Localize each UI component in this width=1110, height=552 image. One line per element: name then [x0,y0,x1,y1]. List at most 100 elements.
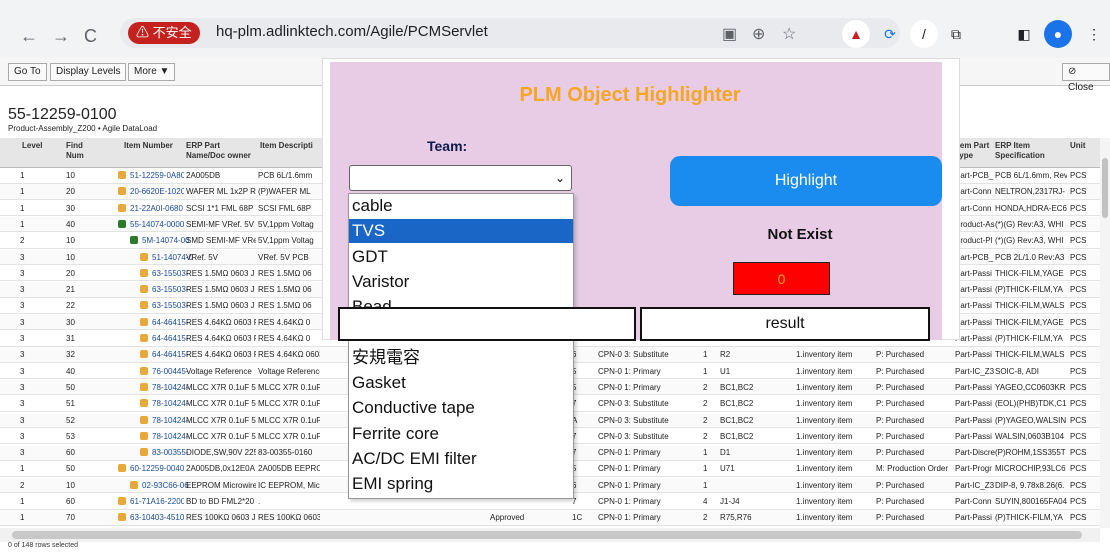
cell-c7: A [572,415,578,425]
cell-find: 10 [66,252,75,262]
cell-find: 20 [66,268,75,278]
cell-erp: RES 100KΩ 0603 J [186,513,256,523]
cell-item[interactable]: 20-6620E-1020 [118,187,184,196]
item-type-icon [140,415,148,424]
col-item-number[interactable]: Item Number [124,141,173,151]
cell-unit: PCS [1070,513,1087,523]
side-panel-icon[interactable]: ◧ [1010,20,1038,48]
cell-type: Part-Passi [955,399,992,409]
cell-desc: RES 1.5MΩ 06 [258,285,312,295]
team-option[interactable]: Conductive tape [349,396,573,420]
cell-desc: RES 4.64KΩ 0603 F 1/ [258,350,320,360]
cell-type: Part-Progr [955,464,992,474]
cell-item[interactable]: 21-22A0I-0680 [118,204,184,213]
url-text[interactable]: hq-plm.adlinktech.com/Agile/PCMServlet [216,23,488,40]
col-erp-part[interactable]: ERP Part Name/Doc owner [186,141,256,161]
cell-find: 50 [66,382,75,392]
cell-item[interactable]: 63-10403-4510 [118,513,184,522]
cell-level: 1 [20,187,25,197]
team-option[interactable]: GDT [349,245,573,269]
cell-c7: 1C [572,513,583,523]
cell-level: 1 [20,219,25,229]
more-button[interactable]: More ▼ [128,63,176,81]
cell-item[interactable]: 61-71A16-2200 [118,497,184,506]
vertical-scroll-thumb[interactable] [1102,158,1108,218]
adobe-extension-icon[interactable]: ▲ [842,20,870,48]
cell-spec: (P)THICK-FILM,YA [995,513,1063,523]
vertical-scrollbar[interactable] [1100,138,1110,528]
cell-desc: RES 100KΩ 0603 J 1/10W 100ppm [258,513,320,523]
pen-extension-icon[interactable]: / [910,20,938,48]
team-dropdown-list[interactable]: cableTVSGDTVaristorBeadCommon mode choke… [348,193,574,499]
insecure-badge[interactable]: ⚠ 不安全 [128,22,200,44]
cell-find: 10 [66,171,75,180]
team-option[interactable]: 安規電容 [349,346,573,370]
cell-spec: YAGEO,CC0603KR [995,382,1066,392]
display-levels-button[interactable]: Display Levels [50,63,127,81]
cell-level: 3 [20,285,25,295]
cell-spec: WALSIN,0603B104 [995,431,1065,441]
close-button[interactable]: ⊘ Close [1062,63,1110,93]
sync-extension-icon[interactable]: ⟳ [876,20,904,48]
cell-desc: MLCC X7R 0.1uF 50V [258,415,320,425]
cell-c9: 1 [703,448,708,458]
cell-level: 3 [20,399,25,409]
cell-item[interactable]: 60-12259-0040 [118,464,184,473]
cell-level: 3 [20,415,25,425]
kebab-menu-icon[interactable]: ⋮ [1080,20,1108,48]
col-item-desc[interactable]: Item Descripti [260,141,313,151]
cell-find: 20 [66,187,75,197]
horizontal-scrollbar[interactable] [0,528,1100,542]
team-select[interactable]: ⌄ [349,165,572,191]
cell-desc: Voltage References Pr [258,366,320,376]
back-arrow-icon[interactable]: ← [20,26,38,47]
cell-unit: PCS [1070,268,1087,278]
cell-find: 51 [66,399,75,409]
cell-desc: SCSI FML 68P [258,203,312,213]
cell-find: 10 [66,236,75,246]
close-label: Close [1068,82,1094,93]
profile-avatar[interactable]: ● [1044,20,1072,48]
cell-c7: 7 [572,431,577,441]
cell-c10: R75,R76 [720,513,752,523]
zoom-icon[interactable]: ⊕ [752,24,765,44]
translate-icon[interactable]: ▣ [722,24,737,44]
team-option[interactable]: cable [349,194,573,218]
extensions-puzzle-icon[interactable]: ⧉ [942,20,970,48]
item-type-icon [118,203,126,212]
horizontal-scroll-thumb[interactable] [12,531,1082,539]
goto-button[interactable]: Go To [8,63,47,81]
item-type-icon [140,448,148,457]
team-option[interactable]: AC/DC EMI filter [349,447,573,471]
table-row[interactable]: 1 70 63-10403-4510 RES 100KΩ 0603 J RES 100K… [0,510,1100,526]
cell-level: 1 [20,497,25,506]
cell-c7: 7 [572,448,577,458]
forward-arrow-icon[interactable]: → [52,26,70,47]
col-find-num[interactable]: Find Num [66,141,96,161]
team-option[interactable]: EMI spring [349,472,573,496]
bookmark-star-icon[interactable]: ☆ [782,24,796,44]
reload-icon[interactable]: C [84,26,97,47]
cell-desc: IC EEPROM, Microwire [258,480,320,490]
cell-item[interactable]: 55-14074-0000 [118,220,184,229]
col-level[interactable]: Level [22,141,42,151]
cell-unit: PCS [1070,480,1087,490]
cell-c9: 1 [703,350,708,360]
team-option[interactable]: Varistor [349,270,573,294]
cell-erp: EEPROM Microwire [186,480,256,490]
col-erp-item-spec[interactable]: ERP Item Specification [995,141,1065,161]
cell-erp: RES 4.64KΩ 0603 F [186,334,256,343]
cell-spec: (EOL)(PHB)TDK,C1 [995,399,1067,409]
col-unit[interactable]: Unit [1070,141,1086,151]
input-box[interactable] [338,307,636,341]
team-option[interactable]: Ferrite core [349,422,573,446]
team-option[interactable]: TVS [349,219,573,244]
cell-unit: PCS [1070,252,1087,262]
cell-level: 3 [20,350,25,360]
team-option[interactable]: Gasket [349,371,573,395]
cell-item[interactable]: 51-12259-0A80 [118,171,184,180]
cell-c10: U71 [720,464,735,474]
col-item-part-type[interactable]: Item Part Type [955,141,995,161]
highlight-button[interactable]: Highlight [670,156,942,206]
cell-c12: P: Purchased [876,382,925,392]
